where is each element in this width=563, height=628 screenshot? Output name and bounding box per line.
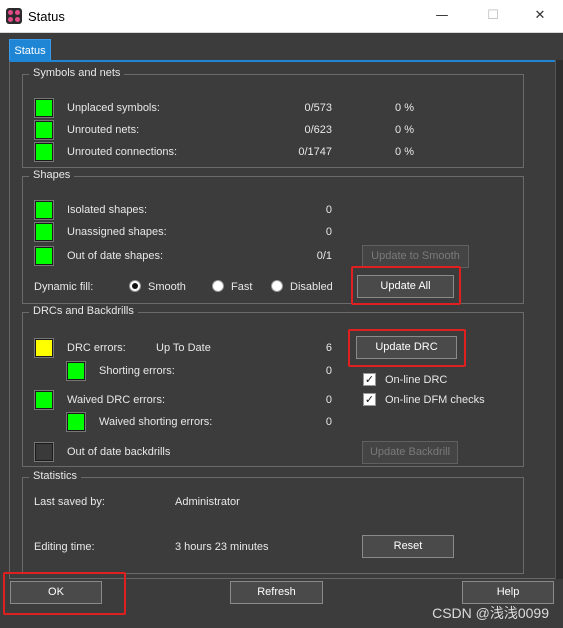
status-indicator bbox=[34, 98, 54, 118]
editing-time-value: 3 hours 23 minutes bbox=[175, 541, 269, 553]
online-dfm-checkbox[interactable]: ✓ bbox=[363, 393, 376, 406]
fill-fast-radio[interactable] bbox=[212, 280, 224, 292]
unassigned-shapes-label: Unassigned shapes: bbox=[67, 226, 167, 238]
shorting-errors-label: Shorting errors: bbox=[99, 365, 175, 377]
waived-shorting-errors-count: 0 bbox=[325, 416, 332, 428]
fill-disabled-label[interactable]: Disabled bbox=[290, 281, 333, 293]
fill-fast-label[interactable]: Fast bbox=[231, 281, 252, 293]
app-logo-icon bbox=[6, 8, 22, 24]
status-indicator bbox=[34, 246, 54, 266]
highlight-box bbox=[3, 572, 126, 615]
drc-errors-label: DRC errors: bbox=[67, 342, 126, 354]
help-button[interactable]: Help bbox=[462, 581, 554, 604]
status-indicator bbox=[34, 222, 54, 242]
unrouted-connections-count: 0/1747 bbox=[298, 146, 332, 158]
status-indicator bbox=[34, 390, 54, 410]
fill-smooth-label[interactable]: Smooth bbox=[148, 281, 186, 293]
shorting-errors-count: 0 bbox=[325, 365, 332, 377]
drc-status-indicator bbox=[34, 338, 54, 358]
unrouted-nets-count: 0/623 bbox=[304, 124, 332, 136]
scrollbar[interactable] bbox=[555, 60, 563, 579]
online-dfm-label[interactable]: On-line DFM checks bbox=[385, 394, 485, 406]
isolated-shapes-label: Isolated shapes: bbox=[67, 204, 148, 216]
status-indicator bbox=[34, 200, 54, 220]
unplaced-symbols-percent: 0 % bbox=[395, 102, 414, 114]
group-title: Statistics bbox=[29, 470, 82, 482]
backdrill-status-indicator bbox=[34, 442, 54, 462]
out-of-date-shapes-label: Out of date shapes: bbox=[67, 250, 164, 262]
drc-errors-count: 6 bbox=[325, 342, 332, 354]
unplaced-symbols-count: 0/573 bbox=[304, 102, 332, 114]
maximize-icon: ☐ bbox=[487, 8, 499, 23]
close-icon[interactable]: ✕ bbox=[529, 6, 551, 26]
unrouted-nets-percent: 0 % bbox=[395, 124, 414, 136]
editing-time-label: Editing time: bbox=[34, 541, 95, 553]
waived-drc-errors-label: Waived DRC errors: bbox=[67, 394, 165, 406]
status-indicator bbox=[66, 412, 86, 432]
unrouted-connections-percent: 0 % bbox=[395, 146, 414, 158]
unrouted-nets-label: Unrouted nets: bbox=[67, 124, 140, 136]
tab-status[interactable]: Status bbox=[9, 39, 51, 61]
watermark-text: CSDN @浅浅0099 bbox=[432, 605, 549, 621]
statistics-group: Statistics bbox=[22, 470, 524, 574]
last-saved-label: Last saved by: bbox=[34, 496, 105, 508]
unassigned-shapes-count: 0 bbox=[325, 226, 332, 238]
dynamic-fill-label: Dynamic fill: bbox=[34, 281, 94, 293]
group-title: DRCs and Backdrills bbox=[29, 305, 138, 317]
unrouted-connections-label: Unrouted connections: bbox=[67, 146, 178, 158]
group-title: Shapes bbox=[29, 169, 75, 181]
update-backdrill-button: Update Backdrill bbox=[362, 441, 458, 464]
isolated-shapes-count: 0 bbox=[325, 204, 332, 216]
highlight-box bbox=[351, 266, 461, 305]
fill-smooth-radio[interactable] bbox=[129, 280, 141, 292]
group-title: Symbols and nets bbox=[29, 67, 125, 79]
status-indicator bbox=[66, 361, 86, 381]
status-indicator bbox=[34, 142, 54, 162]
last-saved-value: Administrator bbox=[175, 496, 240, 508]
reset-button[interactable]: Reset bbox=[362, 535, 454, 558]
drc-state-text: Up To Date bbox=[156, 342, 211, 354]
window-title: Status bbox=[28, 9, 65, 24]
minimize-icon[interactable]: — bbox=[431, 6, 453, 26]
waived-drc-errors-count: 0 bbox=[325, 394, 332, 406]
out-of-date-shapes-count: 0/1 bbox=[316, 250, 332, 262]
out-of-date-backdrills-label: Out of date backdrills bbox=[67, 446, 171, 458]
refresh-button[interactable]: Refresh bbox=[230, 581, 323, 604]
highlight-box bbox=[348, 329, 466, 367]
update-to-smooth-button: Update to Smooth bbox=[362, 245, 469, 268]
online-drc-label[interactable]: On-line DRC bbox=[385, 374, 447, 386]
unplaced-symbols-label: Unplaced symbols: bbox=[67, 102, 160, 114]
title-bar: Status — ☐ ✕ bbox=[0, 0, 563, 33]
online-drc-checkbox[interactable]: ✓ bbox=[363, 373, 376, 386]
fill-disabled-radio[interactable] bbox=[271, 280, 283, 292]
status-indicator bbox=[34, 120, 54, 140]
waived-shorting-errors-label: Waived shorting errors: bbox=[99, 416, 213, 428]
